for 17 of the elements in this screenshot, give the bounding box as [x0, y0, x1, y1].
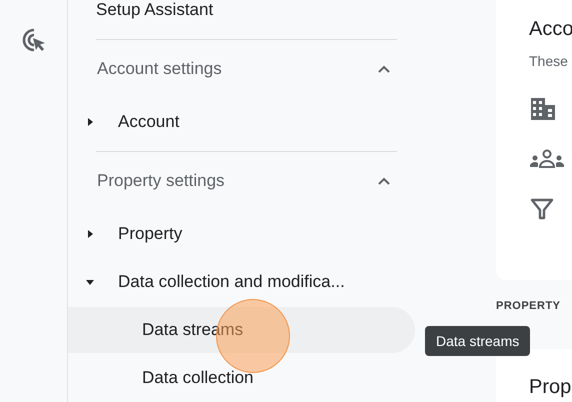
tooltip: Data streams — [425, 326, 530, 356]
people-icon — [530, 149, 564, 169]
nav-item[interactable]: Data collection and modifica... — [68, 258, 415, 306]
chevron-icon[interactable] — [377, 176, 391, 186]
card-subtitle: These — [529, 53, 568, 69]
card-title: Prop — [529, 375, 572, 399]
nav-item[interactable]: Data collection — [68, 354, 415, 402]
building-icon — [530, 97, 556, 121]
section-heading: Account settings — [97, 58, 222, 79]
section-label: PROPERTY — [496, 300, 562, 312]
filter-icon — [530, 197, 554, 221]
nav-item[interactable]: Property — [68, 210, 415, 258]
nav-item[interactable]: Setup Assistant — [68, 0, 415, 22]
cursor-click-icon[interactable] — [20, 27, 46, 53]
nav-item[interactable]: Account — [68, 98, 415, 146]
chevron-icon[interactable] — [377, 64, 391, 74]
section-heading: Property settings — [97, 170, 225, 191]
